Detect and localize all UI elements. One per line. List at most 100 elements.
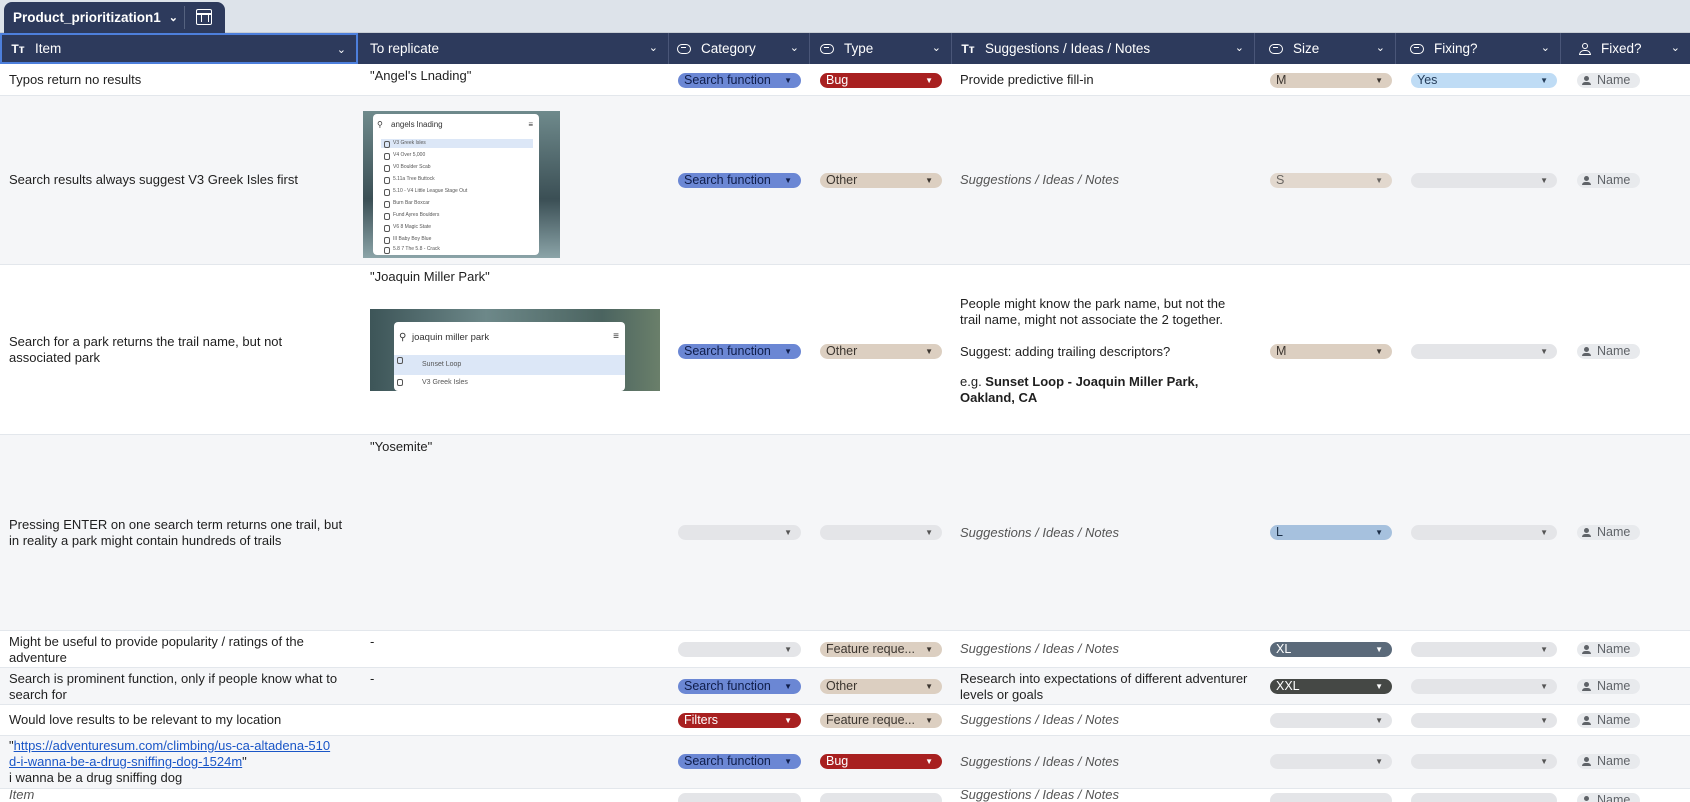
sheet-tab-name: Product_prioritization1 bbox=[13, 10, 161, 25]
assignee-chip[interactable]: Name bbox=[1577, 73, 1640, 88]
chevron-down-icon[interactable]: ⌄ bbox=[337, 43, 346, 56]
assignee-chip[interactable]: Name bbox=[1577, 793, 1640, 802]
size-chip[interactable]: S ▼ bbox=[1270, 173, 1392, 188]
item-cell[interactable]: "https://adventuresum.com/climbing/us-ca… bbox=[9, 738, 354, 788]
size-chip[interactable]: ▼ bbox=[1270, 713, 1392, 728]
dropdown-arrow-icon: ▼ bbox=[1540, 645, 1548, 654]
category-chip[interactable]: Filters ▼ bbox=[678, 713, 801, 728]
type-chip[interactable] bbox=[820, 793, 942, 802]
fixing-chip[interactable]: ▼ bbox=[1411, 642, 1557, 657]
fixing-chip[interactable]: ▼ bbox=[1411, 679, 1557, 694]
category-chip[interactable]: Search function ▼ bbox=[678, 679, 801, 694]
assignee-chip[interactable]: Name bbox=[1577, 525, 1640, 540]
sheet-tab[interactable]: Product_prioritization1 ⌄ bbox=[4, 2, 225, 33]
size-chip[interactable]: XL ▼ bbox=[1270, 642, 1392, 657]
type-chip[interactable]: Feature reque... ▼ bbox=[820, 642, 942, 657]
item-cell[interactable]: Item bbox=[9, 789, 34, 802]
size-chip[interactable]: XXL ▼ bbox=[1270, 679, 1392, 694]
dropdown-pill-icon bbox=[1269, 43, 1283, 54]
notes-cell[interactable]: Suggestions / Ideas / Notes bbox=[960, 631, 1250, 667]
dropdown-arrow-icon: ▼ bbox=[925, 682, 933, 691]
header-notes[interactable]: Tт Suggestions / Ideas / Notes ⌄ bbox=[952, 33, 1255, 64]
category-chip[interactable]: Search function ▼ bbox=[678, 173, 801, 188]
category-chip[interactable]: Search function ▼ bbox=[678, 754, 801, 769]
type-chip[interactable]: Bug ▼ bbox=[820, 73, 942, 88]
header-fixing[interactable]: Fixing? ⌄ bbox=[1396, 33, 1561, 64]
dropdown-arrow-icon: ▼ bbox=[784, 76, 792, 85]
header-fixed[interactable]: Fixed? ⌄ bbox=[1561, 33, 1690, 64]
header-category[interactable]: Category ⌄ bbox=[669, 33, 810, 64]
assignee-chip[interactable]: Name bbox=[1577, 173, 1640, 188]
dropdown-arrow-icon: ▼ bbox=[925, 176, 933, 185]
notes-cell[interactable]: Suggestions / Ideas / Notes bbox=[960, 435, 1250, 630]
item-cell[interactable]: Would love results to be relevant to my … bbox=[9, 705, 349, 735]
size-chip[interactable] bbox=[1270, 793, 1392, 802]
chevron-down-icon[interactable]: ⌄ bbox=[169, 11, 178, 24]
table-row: Pressing ENTER on one search term return… bbox=[0, 435, 1690, 631]
assignee-chip[interactable]: Name bbox=[1577, 642, 1640, 657]
chevron-down-icon[interactable]: ⌄ bbox=[1541, 41, 1550, 54]
header-item[interactable]: Tт Item ⌄ bbox=[0, 33, 358, 64]
header-to-replicate[interactable]: To replicate ⌄ bbox=[358, 33, 669, 64]
assignee-chip[interactable]: Name bbox=[1577, 679, 1640, 694]
size-chip[interactable]: L ▼ bbox=[1270, 525, 1392, 540]
type-chip[interactable]: Feature reque... ▼ bbox=[820, 713, 942, 728]
table-icon[interactable] bbox=[196, 9, 212, 25]
fixing-chip[interactable]: ▼ bbox=[1411, 173, 1557, 188]
table-row: Might be useful to provide popularity / … bbox=[0, 631, 1690, 668]
item-cell[interactable]: Might be useful to provide popularity / … bbox=[9, 634, 329, 667]
fixing-chip[interactable]: ▼ bbox=[1411, 525, 1557, 540]
result-item: V3 Greek Isles bbox=[394, 377, 625, 389]
notes-cell[interactable]: Provide predictive fill-in bbox=[960, 64, 1250, 95]
type-chip[interactable]: Other ▼ bbox=[820, 679, 942, 694]
chevron-down-icon[interactable]: ⌄ bbox=[932, 41, 941, 54]
notes-cell[interactable]: Suggestions / Ideas / Notes bbox=[960, 705, 1250, 735]
chevron-down-icon[interactable]: ⌄ bbox=[1235, 41, 1244, 54]
fixing-chip[interactable]: ▼ bbox=[1411, 754, 1557, 769]
person-icon bbox=[1579, 42, 1591, 55]
size-chip[interactable]: M ▼ bbox=[1270, 344, 1392, 359]
chevron-down-icon[interactable]: ⌄ bbox=[1376, 41, 1385, 54]
fixing-chip[interactable] bbox=[1411, 793, 1557, 802]
replicate-text: - bbox=[370, 671, 375, 686]
type-chip[interactable]: Other ▼ bbox=[820, 344, 942, 359]
notes-cell[interactable]: Suggestions / Ideas / Notes bbox=[960, 96, 1250, 264]
item-cell[interactable]: Pressing ENTER on one search term return… bbox=[9, 435, 349, 630]
chevron-down-icon[interactable]: ⌄ bbox=[649, 41, 658, 54]
category-chip[interactable]: ▼ bbox=[678, 642, 801, 657]
category-chip[interactable] bbox=[678, 793, 801, 802]
header-type[interactable]: Type ⌄ bbox=[810, 33, 952, 64]
notes-cell[interactable]: Research into expectations of different … bbox=[960, 671, 1250, 704]
type-chip[interactable]: Bug ▼ bbox=[820, 754, 942, 769]
dropdown-arrow-icon: ▼ bbox=[1375, 645, 1383, 654]
adventure-link[interactable]: https://adventuresum.com/climbing/us-ca-… bbox=[9, 738, 330, 769]
category-chip[interactable]: Search function ▼ bbox=[678, 73, 801, 88]
replicate-cell[interactable]: "Angel's Lnading" bbox=[370, 68, 471, 95]
notes-cell[interactable]: People might know the park name, but not… bbox=[960, 296, 1245, 406]
item-cell[interactable]: Typos return no results bbox=[9, 64, 349, 95]
fixing-chip[interactable]: Yes ▼ bbox=[1411, 73, 1557, 88]
item-cell[interactable]: Search for a park returns the trail name… bbox=[9, 265, 309, 434]
assignee-chip[interactable]: Name bbox=[1577, 754, 1640, 769]
notes-cell[interactable]: Suggestions / Ideas / Notes bbox=[960, 789, 1119, 802]
fixing-chip[interactable]: ▼ bbox=[1411, 713, 1557, 728]
search-screenshot-image[interactable]: ⚲ joaquin miller park ≡ Sunset Loop V3 G… bbox=[370, 309, 660, 391]
header-size[interactable]: Size ⌄ bbox=[1255, 33, 1396, 64]
size-chip[interactable]: ▼ bbox=[1270, 754, 1392, 769]
item-cell[interactable]: Search results always suggest V3 Greek I… bbox=[9, 96, 349, 264]
chevron-down-icon[interactable]: ⌄ bbox=[790, 41, 799, 54]
category-chip[interactable]: ▼ bbox=[678, 525, 801, 540]
assignee-chip[interactable]: Name bbox=[1577, 344, 1640, 359]
chevron-down-icon[interactable]: ⌄ bbox=[1671, 41, 1680, 54]
type-chip[interactable]: Other ▼ bbox=[820, 173, 942, 188]
category-chip[interactable]: Search function ▼ bbox=[678, 344, 801, 359]
notes-cell[interactable]: Suggestions / Ideas / Notes bbox=[960, 736, 1250, 788]
dropdown-arrow-icon: ▼ bbox=[925, 757, 933, 766]
search-screenshot-image[interactable]: ⚲ angels lnading ≡ V3 Greek Isles V4 Ove… bbox=[363, 111, 560, 258]
fixing-chip[interactable]: ▼ bbox=[1411, 344, 1557, 359]
size-chip[interactable]: M ▼ bbox=[1270, 73, 1392, 88]
item-cell[interactable]: Search is prominent function, only if pe… bbox=[9, 671, 359, 704]
result-item: V6 8 Magic State bbox=[381, 223, 533, 232]
type-chip[interactable]: ▼ bbox=[820, 525, 942, 540]
assignee-chip[interactable]: Name bbox=[1577, 713, 1640, 728]
